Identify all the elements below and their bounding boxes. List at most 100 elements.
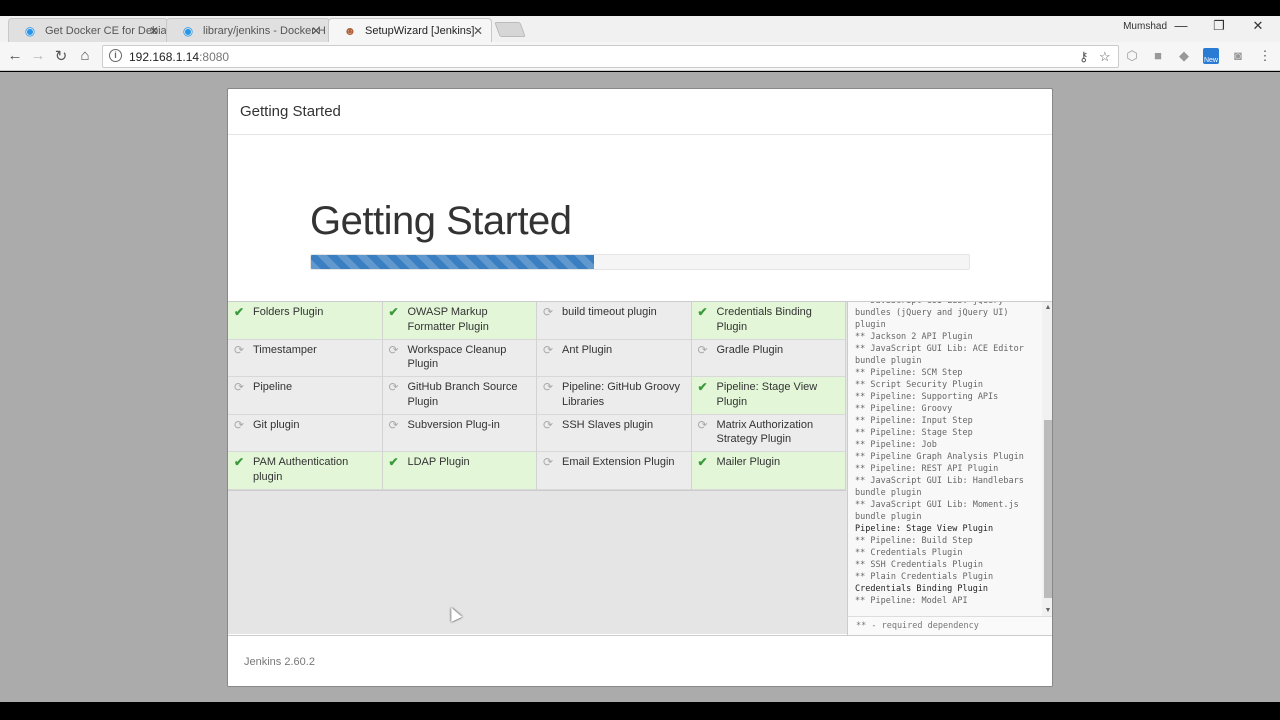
plugin-name: Timestamper [253, 343, 317, 356]
profile-name[interactable]: Mumshad [1123, 21, 1167, 32]
refresh-icon: ⟳ [543, 417, 554, 432]
plugin-cell: ⟳ Pipeline: GitHub Groovy Libraries [537, 377, 692, 415]
plugin-cell: ⟳ GitHub Branch Source Plugin [382, 377, 537, 415]
home-icon[interactable]: ⌂ [75, 47, 95, 64]
install-progress-bar [310, 254, 970, 270]
refresh-icon: ⟳ [388, 380, 399, 394]
plugin-name: Git plugin [253, 418, 300, 431]
close-tab-icon[interactable]: ✕ [473, 19, 483, 42]
close-tab-icon[interactable]: ✕ [149, 19, 159, 42]
close-window-icon[interactable]: ✕ [1248, 18, 1268, 34]
plugin-cell: ✔ OWASP Markup Formatter Plugin [382, 302, 537, 340]
plugin-cell: ✔ LDAP Plugin [382, 452, 537, 490]
plugin-cell: ⟳ Workspace Cleanup Plugin [382, 339, 537, 377]
hero-section: Getting Started [228, 135, 1052, 302]
camera-icon[interactable]: ◙ [1230, 48, 1246, 64]
tab-title: SetupWizard [Jenkins] [365, 25, 475, 37]
reload-icon[interactable]: ↻ [51, 47, 71, 65]
plugin-cell: ⟳ Git plugin [228, 414, 383, 452]
log-line: ** JavaScript GUI Lib: jQuery bundles (j… [855, 302, 1009, 330]
plugin-grid: ✔ Folders Plugin ✔ OWASP Markup Formatter P… [228, 302, 846, 491]
refresh-icon: ⟳ [234, 417, 245, 432]
close-tab-icon[interactable]: ✕ [311, 19, 321, 42]
bookmark-star-icon[interactable]: ☆ [1099, 49, 1111, 65]
plugin-cell: ⟳ Timestamper [228, 339, 383, 377]
log-line: ** Plain Credentials Plugin [855, 572, 994, 582]
progress-fill [311, 255, 594, 269]
minimize-icon[interactable]: — [1171, 18, 1191, 33]
refresh-icon: ⟳ [543, 342, 554, 357]
log-line: ** Pipeline: SCM Step [855, 368, 963, 378]
plugin-cell: ✔ PAM Authentication plugin [228, 452, 383, 490]
plugin-cell: ⟳ Pipeline [228, 377, 383, 415]
plugin-cell: ✔ Folders Plugin [228, 302, 383, 340]
plugin-cell: ⟳ SSH Slaves plugin [537, 414, 692, 452]
browser-toolbar: ← → ↻ ⌂ i 192.168.1.14:8080 ⚷ ☆ ⬡ ■ ◆ Ne… [0, 42, 1280, 71]
refresh-icon: ⟳ [388, 342, 399, 357]
plugin-name: Matrix Authorization Strategy Plugin [716, 418, 814, 446]
install-content: ✔ Folders Plugin ✔ OWASP Markup Formatter P… [228, 301, 1052, 635]
plugin-cell: ⟳ Ant Plugin [537, 339, 692, 377]
new-tab-button[interactable] [494, 22, 526, 37]
dependency-legend: ** - required dependency [847, 616, 1052, 635]
back-icon[interactable]: ← [5, 47, 25, 64]
restore-icon[interactable]: ❐ [1209, 18, 1229, 34]
url-host: 192.168.1.14 [129, 50, 200, 64]
plugin-name: Credentials Binding Plugin [716, 306, 812, 333]
log-scrollbar[interactable]: ▲ ▼ [1042, 302, 1052, 616]
plugin-name: Pipeline [253, 381, 293, 393]
log-line: ** Pipeline: Input Step [855, 416, 973, 426]
plugin-name: Folders Plugin [253, 306, 324, 318]
check-icon: ✔ [697, 305, 708, 319]
plugin-name: PAM Authentication plugin [253, 456, 349, 483]
setup-wizard-dialog: Getting Started Getting Started ✔ Folders… [227, 88, 1053, 687]
menu-icon[interactable]: ⋮ [1257, 48, 1273, 64]
extension-new-icon[interactable]: New [1203, 48, 1219, 64]
log-line: ** JavaScript GUI Lib: ACE Editor bundle… [855, 344, 1030, 366]
address-url[interactable]: 192.168.1.14:8080 [129, 50, 229, 64]
plugin-cell: ⟳ build timeout plugin [537, 302, 692, 340]
jenkins-version: Jenkins 2.60.2 [228, 635, 1052, 686]
log-line: ** Pipeline: Stage Step [855, 428, 973, 438]
log-line: ** Pipeline: REST API Plugin [855, 464, 999, 474]
log-line: ** Pipeline: Build Step [855, 536, 973, 546]
scroll-thumb[interactable] [1044, 420, 1052, 598]
plugin-name: SSH Slaves plugin [562, 418, 654, 431]
site-info-icon[interactable]: i [109, 49, 122, 62]
log-line: Pipeline: Stage View Plugin [855, 524, 994, 534]
install-log-panel[interactable]: ** JavaScript GUI Lib: jQuery bundles (j… [847, 302, 1052, 616]
check-icon: ✔ [234, 455, 245, 469]
extension-icon[interactable]: ⬡ [1124, 48, 1140, 64]
scroll-up-icon[interactable]: ▲ [1042, 304, 1052, 311]
plugin-name: Ant Plugin [562, 343, 613, 356]
log-line: ** JavaScript GUI Lib: Moment.js bundle … [855, 500, 1024, 522]
browser-tab[interactable]: ◉ Get Docker CE for Debia ✕ [8, 18, 168, 42]
log-line: ** Pipeline: Job [855, 440, 937, 450]
check-icon: ✔ [388, 305, 399, 319]
docker-icon: ◉ [24, 24, 36, 38]
plugin-name: Pipeline: Stage View Plugin [716, 381, 818, 408]
plugin-cell: ✔ Credentials Binding Plugin [691, 302, 846, 340]
page-viewport: Getting Started Getting Started ✔ Folders… [0, 72, 1280, 702]
refresh-icon: ⟳ [543, 380, 554, 394]
refresh-icon: ⟳ [543, 455, 554, 469]
log-line: ** JavaScript GUI Lib: Handlebars bundle… [855, 476, 1030, 498]
scroll-down-icon[interactable]: ▼ [1042, 607, 1052, 614]
plugin-name: Pipeline: GitHub Groovy Libraries [562, 381, 680, 408]
refresh-icon: ⟳ [697, 417, 708, 432]
address-bar[interactable]: i 192.168.1.14:8080 ⚷ ☆ [102, 45, 1119, 68]
key-icon[interactable]: ⚷ [1079, 49, 1089, 65]
refresh-icon: ⟳ [697, 342, 708, 357]
plugin-name: OWASP Markup Formatter Plugin [407, 306, 489, 333]
forward-icon[interactable]: → [28, 47, 48, 64]
plugin-cell: ✔ Mailer Plugin [691, 452, 846, 490]
jenkins-icon: ☻ [343, 24, 357, 38]
browser-tab-active[interactable]: ☻ SetupWizard [Jenkins] ✕ [328, 18, 492, 42]
check-icon: ✔ [388, 455, 399, 469]
extension-icon[interactable]: ■ [1150, 48, 1166, 64]
browser-tab[interactable]: ◉ library/jenkins - Docker H ✕ [166, 18, 330, 42]
hero-title: Getting Started [310, 199, 572, 243]
plugin-cell: ⟳ Gradle Plugin [691, 339, 846, 377]
plugin-name: build timeout plugin [562, 306, 657, 318]
extension-icon[interactable]: ◆ [1176, 48, 1192, 64]
